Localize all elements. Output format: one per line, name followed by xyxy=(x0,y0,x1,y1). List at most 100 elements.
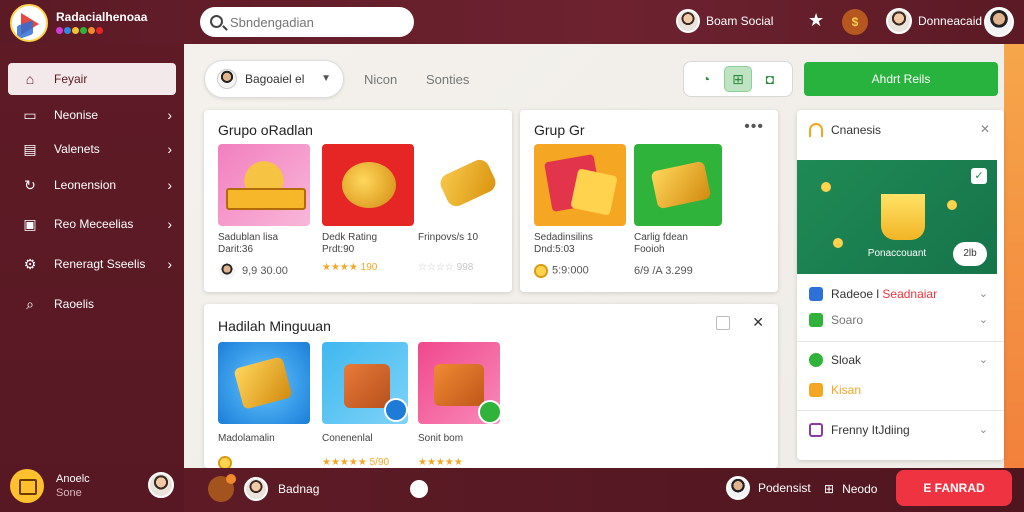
home-icon: ⌂ xyxy=(25,71,35,87)
primary-action-button[interactable]: Ahdrt Reils xyxy=(804,62,998,96)
profile-avatar[interactable] xyxy=(984,7,1014,37)
channel-icon xyxy=(809,287,823,301)
game-tile[interactable] xyxy=(534,144,626,226)
bottom-right-user[interactable]: Podensist xyxy=(726,476,811,500)
close-icon[interactable]: ✕ xyxy=(980,122,990,136)
tile-name: Carlig fdean xyxy=(634,232,688,243)
view-toggle-group: ◔ ⊞ ◘ xyxy=(683,61,793,97)
chevron-right-icon: › xyxy=(167,216,172,232)
group-card: Grup Gr ••• Sedadinsilins Dnd:5:03 5:9:0… xyxy=(520,110,778,292)
channels-panel: Cnanesis ✕ ✓ Ponaccouant 2lb Radeoe l Se… xyxy=(797,110,1004,460)
tile-price-row: 5:9:000 xyxy=(534,264,589,278)
bag-icon[interactable]: ◘ xyxy=(756,66,784,92)
divider xyxy=(797,410,1004,411)
star-icon[interactable]: ★ xyxy=(808,11,824,29)
rewards-card: Hadilah Minguuan ✕ Madolamalin Conenenla… xyxy=(204,304,778,470)
app-logo-icon xyxy=(10,4,48,42)
chat-icon[interactable] xyxy=(410,480,428,498)
promo-banner[interactable]: ✓ Ponaccouant 2lb xyxy=(797,160,997,274)
channel-label: Soaro xyxy=(831,313,864,327)
channel-row[interactable]: Frenny ItJdiing ⌄ xyxy=(797,417,1004,443)
sidebar-item-search[interactable]: ⌕ Raoelis xyxy=(8,288,176,320)
tile-name: Madolamalin xyxy=(218,433,275,444)
sidebar-item-inbox[interactable]: ▭ Neonise › xyxy=(8,99,176,131)
more-options-icon[interactable]: ••• xyxy=(744,118,764,136)
coin-icon[interactable]: $ xyxy=(842,9,868,35)
bottom-right-link[interactable]: ⊞ Neodo xyxy=(824,482,877,496)
channel-icon xyxy=(809,423,823,437)
check-icon[interactable]: ✓ xyxy=(971,168,987,184)
channel-icon xyxy=(809,353,823,367)
group-filter-dropdown[interactable]: Bagoaiel el ▼ xyxy=(204,60,344,98)
bottom-user-label: Badnag xyxy=(278,482,320,496)
channel-row[interactable]: Radeoe l Seadnaiar ⌄ xyxy=(797,281,1004,307)
bottom-user[interactable]: Badnag xyxy=(208,474,320,502)
close-icon[interactable]: ✕ xyxy=(752,314,764,331)
sidebar-item-settings[interactable]: ⚙ Reneragt Sseelis › xyxy=(8,248,176,280)
tile-price: 5:9:000 xyxy=(552,264,589,277)
tile-rating: ★★★★★ 5/90 xyxy=(322,457,390,468)
brand[interactable]: Radacialhenoaa xyxy=(10,4,147,42)
sidebar-item-refresh[interactable]: ↻ Leonension › xyxy=(8,169,176,201)
bag-icon xyxy=(208,474,236,502)
inbox-icon: ▭ xyxy=(23,107,37,123)
sidebar-item-label: Reneragt Sseelis xyxy=(54,257,146,271)
sidebar-item-home[interactable]: ⌂ Feyair xyxy=(8,63,176,95)
divider xyxy=(797,341,1004,342)
top-user-profile[interactable]: Donneacaid xyxy=(886,8,982,34)
top-user-social[interactable]: Boam Social xyxy=(676,9,773,33)
channel-label: Frenny ItJdiing xyxy=(831,423,910,437)
sidebar-item-label: Neonise xyxy=(54,108,99,122)
channel-row[interactable]: Kisan xyxy=(797,377,1004,403)
panel-header: Cnanesis ✕ xyxy=(797,110,1004,150)
tile-name: Frinpovs/s 10 xyxy=(418,232,479,243)
sidebar-item-label: Valenets xyxy=(54,142,100,156)
tile-price-row: 9,9 30.00 xyxy=(218,262,288,280)
sidebar-item-card[interactable]: ▤ Valenets › xyxy=(8,133,176,165)
tab-sonties[interactable]: Sonties xyxy=(426,72,469,87)
claim-button[interactable]: E FANRAD xyxy=(896,470,1012,506)
filter-label: Bagoaiel el xyxy=(245,72,305,86)
promo-count-badge[interactable]: 2lb xyxy=(953,242,987,266)
expand-icon[interactable] xyxy=(716,316,730,330)
refresh-icon: ↻ xyxy=(24,177,36,193)
group-card: Grupo oRadlan Sadublan lisa Darit:36 9,9… xyxy=(204,110,512,292)
game-tile[interactable] xyxy=(418,342,500,424)
chevron-down-icon: ⌄ xyxy=(978,424,988,436)
sidebar-account[interactable]: Anoelc Sone xyxy=(10,466,176,506)
bottom-bar: Badnag Podensist ⊞ Neodo E FANRAD xyxy=(184,468,1024,512)
channel-row[interactable]: Sloak ⌄ xyxy=(797,347,1004,373)
tile-rating: ★★★★ 190 xyxy=(322,262,378,273)
sidebar-item-chart[interactable]: ▣ Reo Meceelias › xyxy=(8,208,176,240)
avatar xyxy=(886,8,912,34)
coin-icon xyxy=(833,238,843,248)
game-tile[interactable] xyxy=(418,144,510,226)
game-tile[interactable] xyxy=(322,342,408,424)
channel-row[interactable]: Soaro ⌄ xyxy=(797,307,1004,333)
grid-icon[interactable]: ⊞ xyxy=(724,66,752,92)
brand-title: Radacialhenoaa xyxy=(56,10,148,24)
game-tile[interactable] xyxy=(634,144,722,226)
right-edge-decor xyxy=(1004,44,1024,512)
card-title: Hadilah Minguuan xyxy=(218,318,331,334)
top-user-label: Boam Social xyxy=(706,14,774,28)
card-icon: ▤ xyxy=(23,141,37,157)
game-tile[interactable] xyxy=(218,144,310,226)
search-input[interactable] xyxy=(230,14,400,30)
search-bar[interactable] xyxy=(200,7,414,37)
coin-icon xyxy=(534,264,548,278)
tile-rating: ☆☆☆☆ 998 xyxy=(418,262,474,273)
card-title: Grupo oRadlan xyxy=(218,122,313,138)
game-tile[interactable] xyxy=(218,342,310,424)
chevron-down-icon: ⌄ xyxy=(978,314,988,326)
clock-icon[interactable]: ◔ xyxy=(692,66,720,92)
avatar xyxy=(726,476,750,500)
tile-rating: ★★★★★ xyxy=(418,457,463,468)
avatar xyxy=(244,477,268,501)
game-tile[interactable] xyxy=(322,144,414,226)
chevron-down-icon: ⌄ xyxy=(978,288,988,300)
tab-nicon[interactable]: Nicon xyxy=(364,72,397,87)
tile-name: Sedadinsilins xyxy=(534,232,593,243)
avatar xyxy=(218,262,236,280)
tile-name: Dedk Rating xyxy=(322,232,378,243)
